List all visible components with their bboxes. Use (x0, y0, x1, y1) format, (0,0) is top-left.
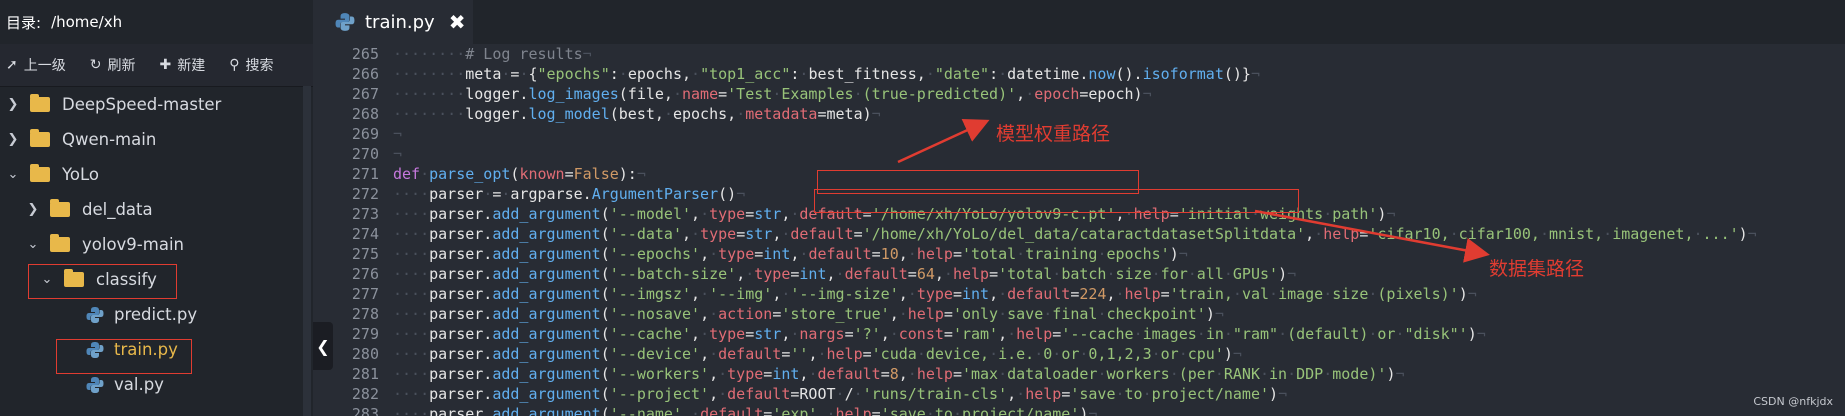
tab-label: train.py (365, 11, 435, 33)
line-number: 279 (351, 325, 379, 343)
line-number: 277 (351, 285, 379, 303)
code-line[interactable]: ········# Log results¬ (393, 44, 1843, 64)
python-file-icon (335, 13, 355, 31)
plus-icon: ✚ (159, 57, 172, 73)
arrow-up-icon: ➚ (6, 57, 18, 73)
tree-item-yolo[interactable]: ⌄ YoLo (0, 157, 313, 192)
code-area[interactable]: ········# Log results¬ ········meta·=·{"e… (393, 44, 1843, 416)
chevron-down-icon[interactable]: ⌄ (6, 167, 20, 182)
file-tree: ❯ DeepSpeed-master ❯ Qwen-main ⌄ YoLo ❯ … (0, 87, 313, 402)
refresh-label: 刷新 (107, 58, 136, 74)
folder-icon (30, 129, 50, 147)
chevron-right-icon[interactable]: ❯ (26, 202, 40, 217)
current-directory: 目录: /home/xh (0, 0, 313, 44)
code-line[interactable]: ¬ (393, 124, 1843, 144)
go-up-label: 上一级 (23, 58, 66, 74)
close-icon[interactable]: ✖ (449, 10, 466, 34)
code-line[interactable]: ····parser.add_argument('--nosave',·acti… (393, 304, 1843, 324)
line-number: 268 (351, 105, 379, 123)
tree-item-deepspeed[interactable]: ❯ DeepSpeed-master (0, 87, 313, 122)
line-number: 270 (351, 145, 379, 163)
file-explorer-sidebar: 目录: /home/xh ➚ 上一级 ↻ 刷新 ✚ 新建 ⚲ 搜索 ❯ Deep… (0, 0, 313, 416)
code-line[interactable]: ····parser.add_argument('--imgsz',·'--im… (393, 284, 1843, 304)
code-line[interactable]: ····parser.add_argument('--cache',·type=… (393, 324, 1843, 344)
tree-item-qwen[interactable]: ❯ Qwen-main (0, 122, 313, 157)
line-number: 278 (351, 305, 379, 323)
search-label: 搜索 (245, 58, 274, 74)
code-line[interactable]: ········meta·=·{"epochs":·epochs,·"top1_… (393, 64, 1843, 84)
search-button[interactable]: ⚲ 搜索 (229, 55, 273, 75)
line-number-gutter: 265 266 267 268 269 270 271 272 273 274 275 276 277 2… (333, 44, 383, 416)
explorer-toolbar: ➚ 上一级 ↻ 刷新 ✚ 新建 ⚲ 搜索 (0, 44, 313, 87)
line-number: 274 (351, 225, 379, 243)
new-button[interactable]: ✚ 新建 (159, 55, 205, 75)
tree-item-label: del_data (82, 200, 153, 219)
code-line[interactable]: ········logger.log_images(file,·name='Te… (393, 84, 1843, 104)
code-line[interactable]: ····parser.add_argument('--name',·defaul… (393, 404, 1843, 416)
line-number: 275 (351, 245, 379, 263)
code-editor[interactable]: 265 266 267 268 269 270 271 272 273 274 275 276 277 2… (333, 44, 1845, 416)
tab-bar: train.py ✖ (313, 0, 1845, 44)
sidebar-scrollbar[interactable] (303, 86, 311, 416)
python-file-icon (86, 306, 104, 323)
line-number: 271 (351, 165, 379, 183)
refresh-icon: ↻ (89, 57, 102, 73)
line-number: 269 (351, 125, 379, 143)
line-number: 282 (351, 385, 379, 403)
tree-item-yolov9-main[interactable]: ⌄ yolov9-main (0, 227, 313, 262)
python-file-icon (86, 376, 104, 393)
line-number: 266 (351, 65, 379, 83)
line-number: 283 (351, 405, 379, 416)
tree-item-label: yolov9-main (82, 235, 184, 254)
dataset-highlight-box (814, 189, 1299, 213)
search-icon: ⚲ (229, 57, 240, 73)
folder-icon (50, 234, 70, 252)
tree-item-label: val.py (114, 375, 164, 394)
code-line[interactable]: ····parser.add_argument('--project',·def… (393, 384, 1843, 404)
line-number: 280 (351, 345, 379, 363)
chevron-left-icon: ❮ (316, 336, 330, 356)
line-number: 281 (351, 365, 379, 383)
classify-highlight-box (28, 264, 177, 299)
go-up-button[interactable]: ➚ 上一级 (6, 55, 66, 75)
tab-train-py[interactable]: train.py ✖ (313, 0, 473, 44)
train-py-highlight-box (56, 339, 192, 374)
directory-label: 目录: (6, 13, 42, 32)
code-line[interactable]: ¬ (393, 144, 1843, 164)
folder-icon (30, 164, 50, 182)
code-line[interactable]: ····parser.add_argument('--workers',·typ… (393, 364, 1843, 384)
model-weights-note: 模型权重路径 (996, 123, 1111, 145)
tree-item-label: YoLo (62, 165, 99, 184)
code-line[interactable]: ····parser.add_argument('--batch-size',·… (393, 264, 1843, 284)
line-number: 265 (351, 45, 379, 63)
dataset-note: 数据集路径 (1489, 258, 1585, 280)
code-line[interactable]: ····parser.add_argument('--epochs',·type… (393, 244, 1843, 264)
chevron-right-icon[interactable]: ❯ (6, 132, 20, 147)
folder-icon (50, 199, 70, 217)
folder-icon (30, 94, 50, 112)
tree-item-label: DeepSpeed-master (62, 95, 222, 114)
watermark: CSDN @nfkjdx (1753, 395, 1833, 408)
collapse-sidebar-button[interactable]: ❮ (313, 322, 333, 370)
tree-item-label: predict.py (114, 305, 198, 324)
refresh-button[interactable]: ↻ 刷新 (90, 55, 136, 75)
chevron-down-icon[interactable]: ⌄ (26, 237, 40, 252)
line-number: 276 (351, 265, 379, 283)
new-label: 新建 (177, 58, 206, 74)
code-line[interactable]: ········logger.log_model(best,·epochs,·m… (393, 104, 1843, 124)
tree-item-del-data[interactable]: ❯ del_data (0, 192, 313, 227)
code-line[interactable]: ····parser.add_argument('--data',·type=s… (393, 224, 1843, 244)
code-line[interactable]: ····parser.add_argument('--device',·defa… (393, 344, 1843, 364)
directory-path: /home/xh (51, 13, 123, 31)
tree-item-predict-py[interactable]: predict.py (0, 297, 313, 332)
line-number: 267 (351, 85, 379, 103)
chevron-right-icon[interactable]: ❯ (6, 97, 20, 112)
line-number: 272 (351, 185, 379, 203)
tree-item-label: Qwen-main (62, 130, 157, 149)
line-number: 273 (351, 205, 379, 223)
